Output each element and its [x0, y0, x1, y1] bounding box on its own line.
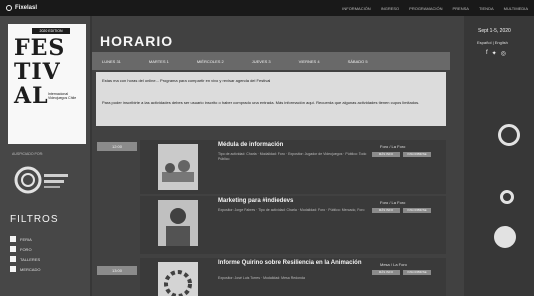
sponsor-logo[interactable] [12, 162, 72, 198]
register-button[interactable]: INSCRIBIRSE [403, 152, 431, 157]
tab-miercoles[interactable]: MIÉRCOLES 2 [197, 59, 224, 64]
checkbox[interactable] [10, 256, 16, 262]
brand[interactable]: Fixelasl [6, 5, 37, 11]
event-actions: MÁS INFO INSCRIBIRSE [372, 208, 431, 213]
tab-lunes[interactable]: LUNES 31 [102, 59, 121, 64]
filter-feria[interactable]: FERIA [10, 236, 40, 242]
top-nav: INFORMACIÓN INGRESO PROGRAMACIÓN PRENSA … [342, 6, 528, 11]
register-button[interactable]: INSCRIBIRSE [403, 270, 431, 275]
more-info-button[interactable]: MÁS INFO [372, 270, 400, 275]
brand-name: Fixelasl [15, 5, 38, 11]
event-card: Médula de información Tipo de actividad:… [140, 140, 446, 194]
instagram-icon[interactable]: ◎ [501, 50, 506, 57]
tab-martes[interactable]: MARTES 1 [149, 59, 169, 64]
event-meta: Expositor: Jorge Fabres · Tipo de activi… [218, 208, 365, 212]
event-card: Informe Quirino sobre Resiliencia en la … [140, 258, 446, 296]
facebook-icon[interactable]: f [486, 50, 488, 57]
alert-message: Estas ma con horas del online... Program… [102, 78, 271, 83]
nav-item-multimedia[interactable]: MULTIMEDIA [504, 6, 528, 11]
festival-date: Sept 1-5, 2020 [478, 28, 511, 34]
nav-item-programacion[interactable]: PROGRAMACIÓN [409, 6, 442, 11]
alert-message: Para poder inscribirte a las actividades… [102, 100, 420, 105]
page-title: HORARIO [100, 33, 174, 49]
checkbox[interactable] [10, 266, 16, 272]
event-title[interactable]: Marketing para #indiedevs [218, 198, 368, 204]
event-actions: MÁS INFO INSCRIBIRSE [372, 152, 431, 157]
right-sidebar [464, 16, 534, 296]
event-image[interactable] [158, 144, 198, 190]
logo-subtitle: Internacional Videojuegos Chile [48, 92, 77, 100]
nav-item-informacion[interactable]: INFORMACIÓN [342, 6, 370, 11]
top-bar: Fixelasl INFORMACIÓN INGRESO PROGRAMACIÓ… [0, 0, 534, 16]
tab-viernes[interactable]: VIERNES 4 [299, 59, 320, 64]
filters-list: FERIA FORO TALLERES MERCADO [10, 236, 40, 272]
nav-item-prensa[interactable]: PRENSA [453, 6, 469, 11]
festival-logo[interactable]: 2020 EDITION FES TIV AL Internacional Vide… [8, 24, 86, 144]
checkbox[interactable] [10, 246, 16, 252]
event-title[interactable]: Informe Quirino sobre Resiliencia en la … [218, 260, 368, 266]
event-meta: Tipo de actividad: Charla · Modalidad: F… [218, 152, 367, 161]
filter-label: TALLERES [20, 256, 41, 262]
filter-label: MERCADO [20, 266, 41, 272]
social-links: f ✦ ◎ [486, 50, 506, 57]
event-image[interactable] [158, 200, 198, 246]
event-card: Marketing para #indiedevs Expositor: Jor… [140, 196, 446, 254]
tab-jueves[interactable]: JUEVES 3 [252, 59, 271, 64]
sponsor-label: AUSPICIADO POR: [12, 152, 44, 156]
partner-logo[interactable] [494, 226, 516, 248]
event-image[interactable] [158, 262, 198, 296]
time-slot-button[interactable]: 12:00 [97, 142, 137, 151]
tab-sabado[interactable]: SÁBADO 5 [348, 59, 368, 64]
twitter-icon[interactable]: ✦ [492, 50, 497, 57]
event-meta: Expositor: José Luis Torres · Modalidad:… [218, 276, 305, 280]
partner-logo[interactable] [498, 124, 520, 146]
info-alerts: Estas ma con horas del online... Program… [96, 72, 446, 126]
time-slot-button[interactable]: 13:00 [97, 266, 137, 275]
filter-label: FORO [20, 246, 32, 252]
filter-foro[interactable]: FORO [10, 246, 40, 252]
nav-item-tienda[interactable]: TIENDA [479, 6, 494, 11]
brand-icon [6, 5, 12, 11]
filter-talleres[interactable]: TALLERES [10, 256, 40, 262]
logo-badge: 2020 EDITION [32, 28, 70, 34]
register-button[interactable]: INSCRIBIRSE [403, 208, 431, 213]
event-stage: Mesa / La Foro [380, 262, 407, 267]
more-info-button[interactable]: MÁS INFO [372, 152, 400, 157]
checkbox[interactable] [10, 236, 16, 242]
partner-logo[interactable] [500, 190, 514, 204]
filter-mercado[interactable]: MERCADO [10, 266, 40, 272]
filters-title: FILTROS [10, 214, 59, 225]
event-stage: Foro / La Foro [380, 200, 406, 205]
more-info-button[interactable]: MÁS INFO [372, 208, 400, 213]
event-title[interactable]: Médula de información [218, 142, 368, 148]
day-tabs: LUNES 31 MARTES 1 MIÉRCOLES 2 JUEVES 3 V… [92, 52, 450, 70]
filter-label: FERIA [20, 236, 32, 242]
event-actions: MÁS INFO INSCRIBIRSE [372, 270, 431, 275]
language-switch[interactable]: Español | English [477, 40, 508, 45]
event-stage: Foro / La Foro [380, 144, 406, 149]
nav-item-ingreso[interactable]: INGRESO [381, 6, 399, 11]
